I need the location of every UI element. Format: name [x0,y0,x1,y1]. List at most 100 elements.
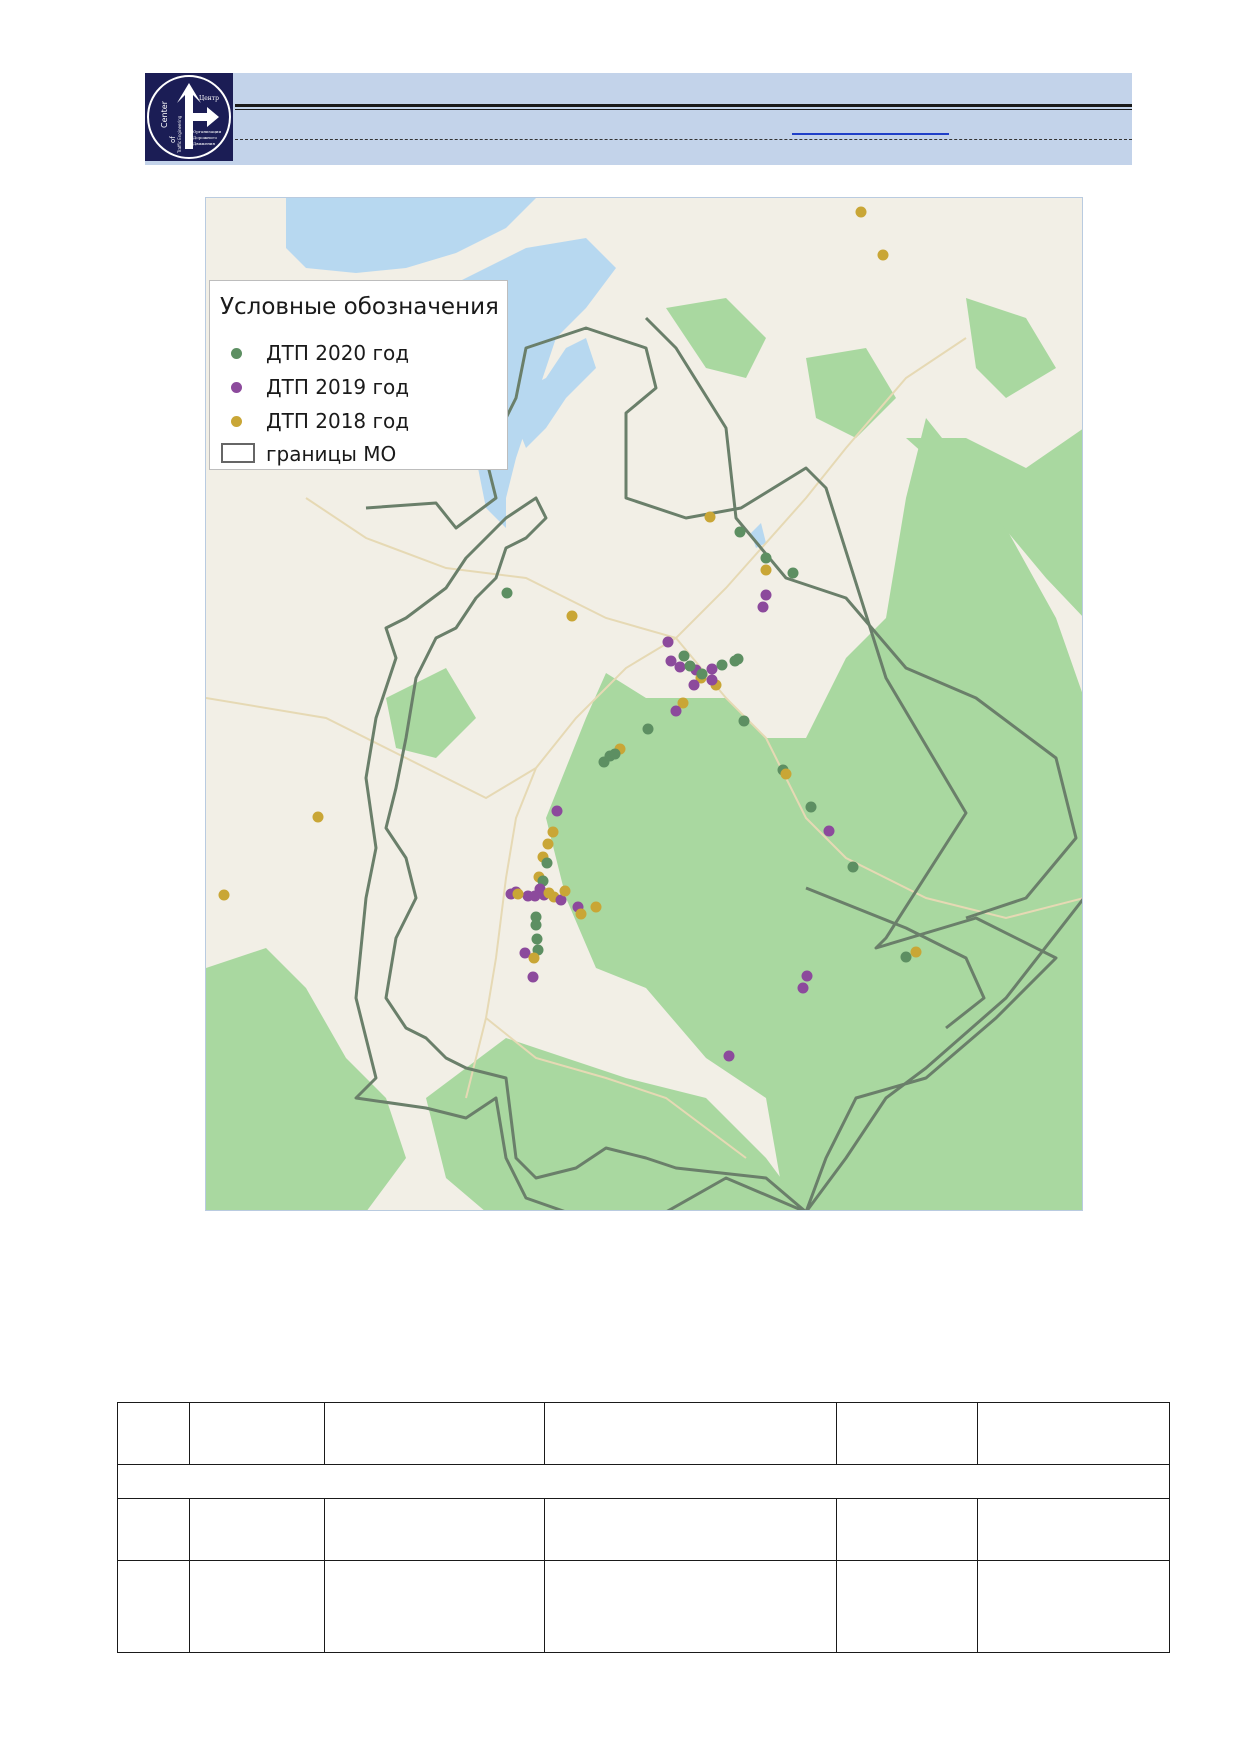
accident-marker [787,567,799,579]
accident-marker [530,919,542,931]
table-cell [977,1402,1170,1465]
accident-marker [855,206,867,218]
table-cell [117,1560,190,1653]
logo-text-dor: Дорожного [193,135,217,140]
header-rule-thin [235,109,1132,110]
table-cell [188,1498,325,1561]
accident-marker [551,805,563,817]
table-cell [323,1498,545,1561]
accident-marker [801,970,813,982]
accident-marker [531,933,543,945]
logo-text-dvizh: Движения [193,141,216,146]
table-cell [836,1498,979,1561]
accident-marker [547,826,559,838]
accident-marker [678,650,690,662]
accident-marker [527,971,539,983]
data-table [117,1402,1170,1653]
table-cell [188,1560,325,1653]
map-legend: Условные обозначения ДТП 2020 год ДТП 20… [209,280,508,470]
company-logo: Center of Traffic Engineering Центр Орга… [145,73,233,161]
header-link[interactable] [792,133,949,135]
accident-marker [528,952,540,964]
accident-marker [877,249,889,261]
forest-area [806,348,896,438]
forest-area [966,298,1056,398]
table-cell [836,1560,979,1653]
accident-marker [704,511,716,523]
legend-dot-2019 [231,382,242,393]
table-cell [543,1560,838,1653]
legend-item-boundary: границы МО [210,440,507,468]
accident-marker [688,679,700,691]
table-cell [543,1402,838,1465]
accident-marker [218,889,230,901]
accident-marker [760,552,772,564]
legend-label-boundary: границы МО [266,442,397,466]
table-row [117,1402,1170,1465]
table-cell-merged [117,1464,1170,1499]
table-cell [323,1560,545,1653]
legend-title: Условные обозначения [220,294,499,320]
table-cell [188,1402,325,1465]
accident-marker [642,723,654,735]
accident-marker [760,589,772,601]
accident-marker [512,888,524,900]
accident-marker [734,526,746,538]
accident-marker [541,857,553,869]
logo-text-centr: Центр [199,95,219,102]
table-cell [977,1498,1170,1561]
accident-marker [706,663,718,675]
table-cell [117,1498,190,1561]
legend-swatch-boundary [221,443,255,463]
legend-label-2019: ДТП 2019 год [266,375,410,399]
road [305,497,677,639]
accident-marker [684,660,696,672]
table-row [117,1498,1170,1561]
accident-marker [522,890,534,902]
accident-marker [566,610,578,622]
accident-marker [910,946,922,958]
accident-marker [805,801,817,813]
legend-label-2018: ДТП 2018 год [266,409,410,433]
accident-marker [797,982,809,994]
accident-marker [847,861,859,873]
logo-text-center: Center [160,100,169,128]
accident-marker [757,601,769,613]
logo-text-traffic: Traffic Engineering [177,115,182,154]
accident-marker [312,811,324,823]
table-cell [323,1402,545,1465]
table-cell [543,1498,838,1561]
accident-marker [706,674,718,686]
accident-marker [732,653,744,665]
logo-text-org: Организации [193,129,221,134]
legend-dot-2020 [231,348,242,359]
header-band [145,73,1132,165]
header-dashed-rule [235,139,1132,140]
table-cell [117,1402,190,1465]
accident-marker [575,908,587,920]
accident-marker [716,659,728,671]
accident-marker [662,636,674,648]
accident-marker [823,825,835,837]
accident-marker [665,655,677,667]
forest-area [666,298,766,378]
accident-marker [559,885,571,897]
accident-marker [723,1050,735,1062]
accident-marker [590,901,602,913]
header-rule [235,104,1132,107]
table-cell [836,1402,979,1465]
accident-marker [501,587,513,599]
accident-marker [696,668,708,680]
accident-marker [738,715,750,727]
legend-item-2019: ДТП 2019 год [210,373,507,401]
accident-marker [780,768,792,780]
forest-area [386,668,476,758]
legend-item-2020: ДТП 2020 год [210,339,507,367]
table-row [117,1560,1170,1653]
accident-marker [542,838,554,850]
accident-marker [609,748,621,760]
legend-label-2020: ДТП 2020 год [266,341,410,365]
table-cell [977,1560,1170,1653]
accident-marker [900,951,912,963]
table-row [117,1464,1170,1499]
